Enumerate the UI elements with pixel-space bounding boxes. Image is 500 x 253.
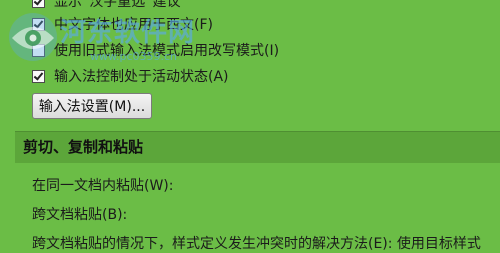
options-panel: 显示“汉字重选”建议 中文字体也应用于西文(F) 使用旧式输入法模式启用改写模式…: [0, 0, 500, 252]
option-label: 使用旧式输入法模式启用改写模式(I): [54, 43, 280, 59]
option-label: 中文字体也应用于西文(F): [54, 17, 213, 33]
option-ime-control-active[interactable]: 输入法控制处于活动状态(A): [32, 65, 229, 87]
option-chinese-font-western[interactable]: 中文字体也应用于西文(F): [32, 13, 213, 35]
option-label: 输入法控制处于活动状态(A): [54, 69, 229, 85]
checkbox-ime-control-active[interactable]: [32, 69, 45, 83]
section-header-cut-copy-paste: 剪切、复制和粘贴: [15, 131, 500, 163]
paste-style-conflict-label: 跨文档粘贴的情况下，样式定义发生冲突时的解决方法(E): 使用目标样式: [32, 236, 481, 252]
paste-within-document-label: 在同一文档内粘贴(W):: [32, 178, 174, 194]
ime-settings-button[interactable]: 输入法设置(M)...: [32, 93, 152, 119]
option-label: 显示“汉字重选”建议: [54, 0, 181, 10]
option-show-word-suggestions[interactable]: 显示“汉字重选”建议: [32, 0, 181, 12]
paste-between-documents-label: 跨文档粘贴(B):: [32, 207, 128, 223]
option-legacy-ime-overtype[interactable]: 使用旧式输入法模式启用改写模式(I): [32, 39, 279, 61]
checkbox-show-word-suggestions[interactable]: [32, 0, 45, 8]
checkbox-chinese-font-western[interactable]: [32, 17, 45, 31]
checkbox-legacy-ime-overtype[interactable]: [32, 43, 45, 57]
